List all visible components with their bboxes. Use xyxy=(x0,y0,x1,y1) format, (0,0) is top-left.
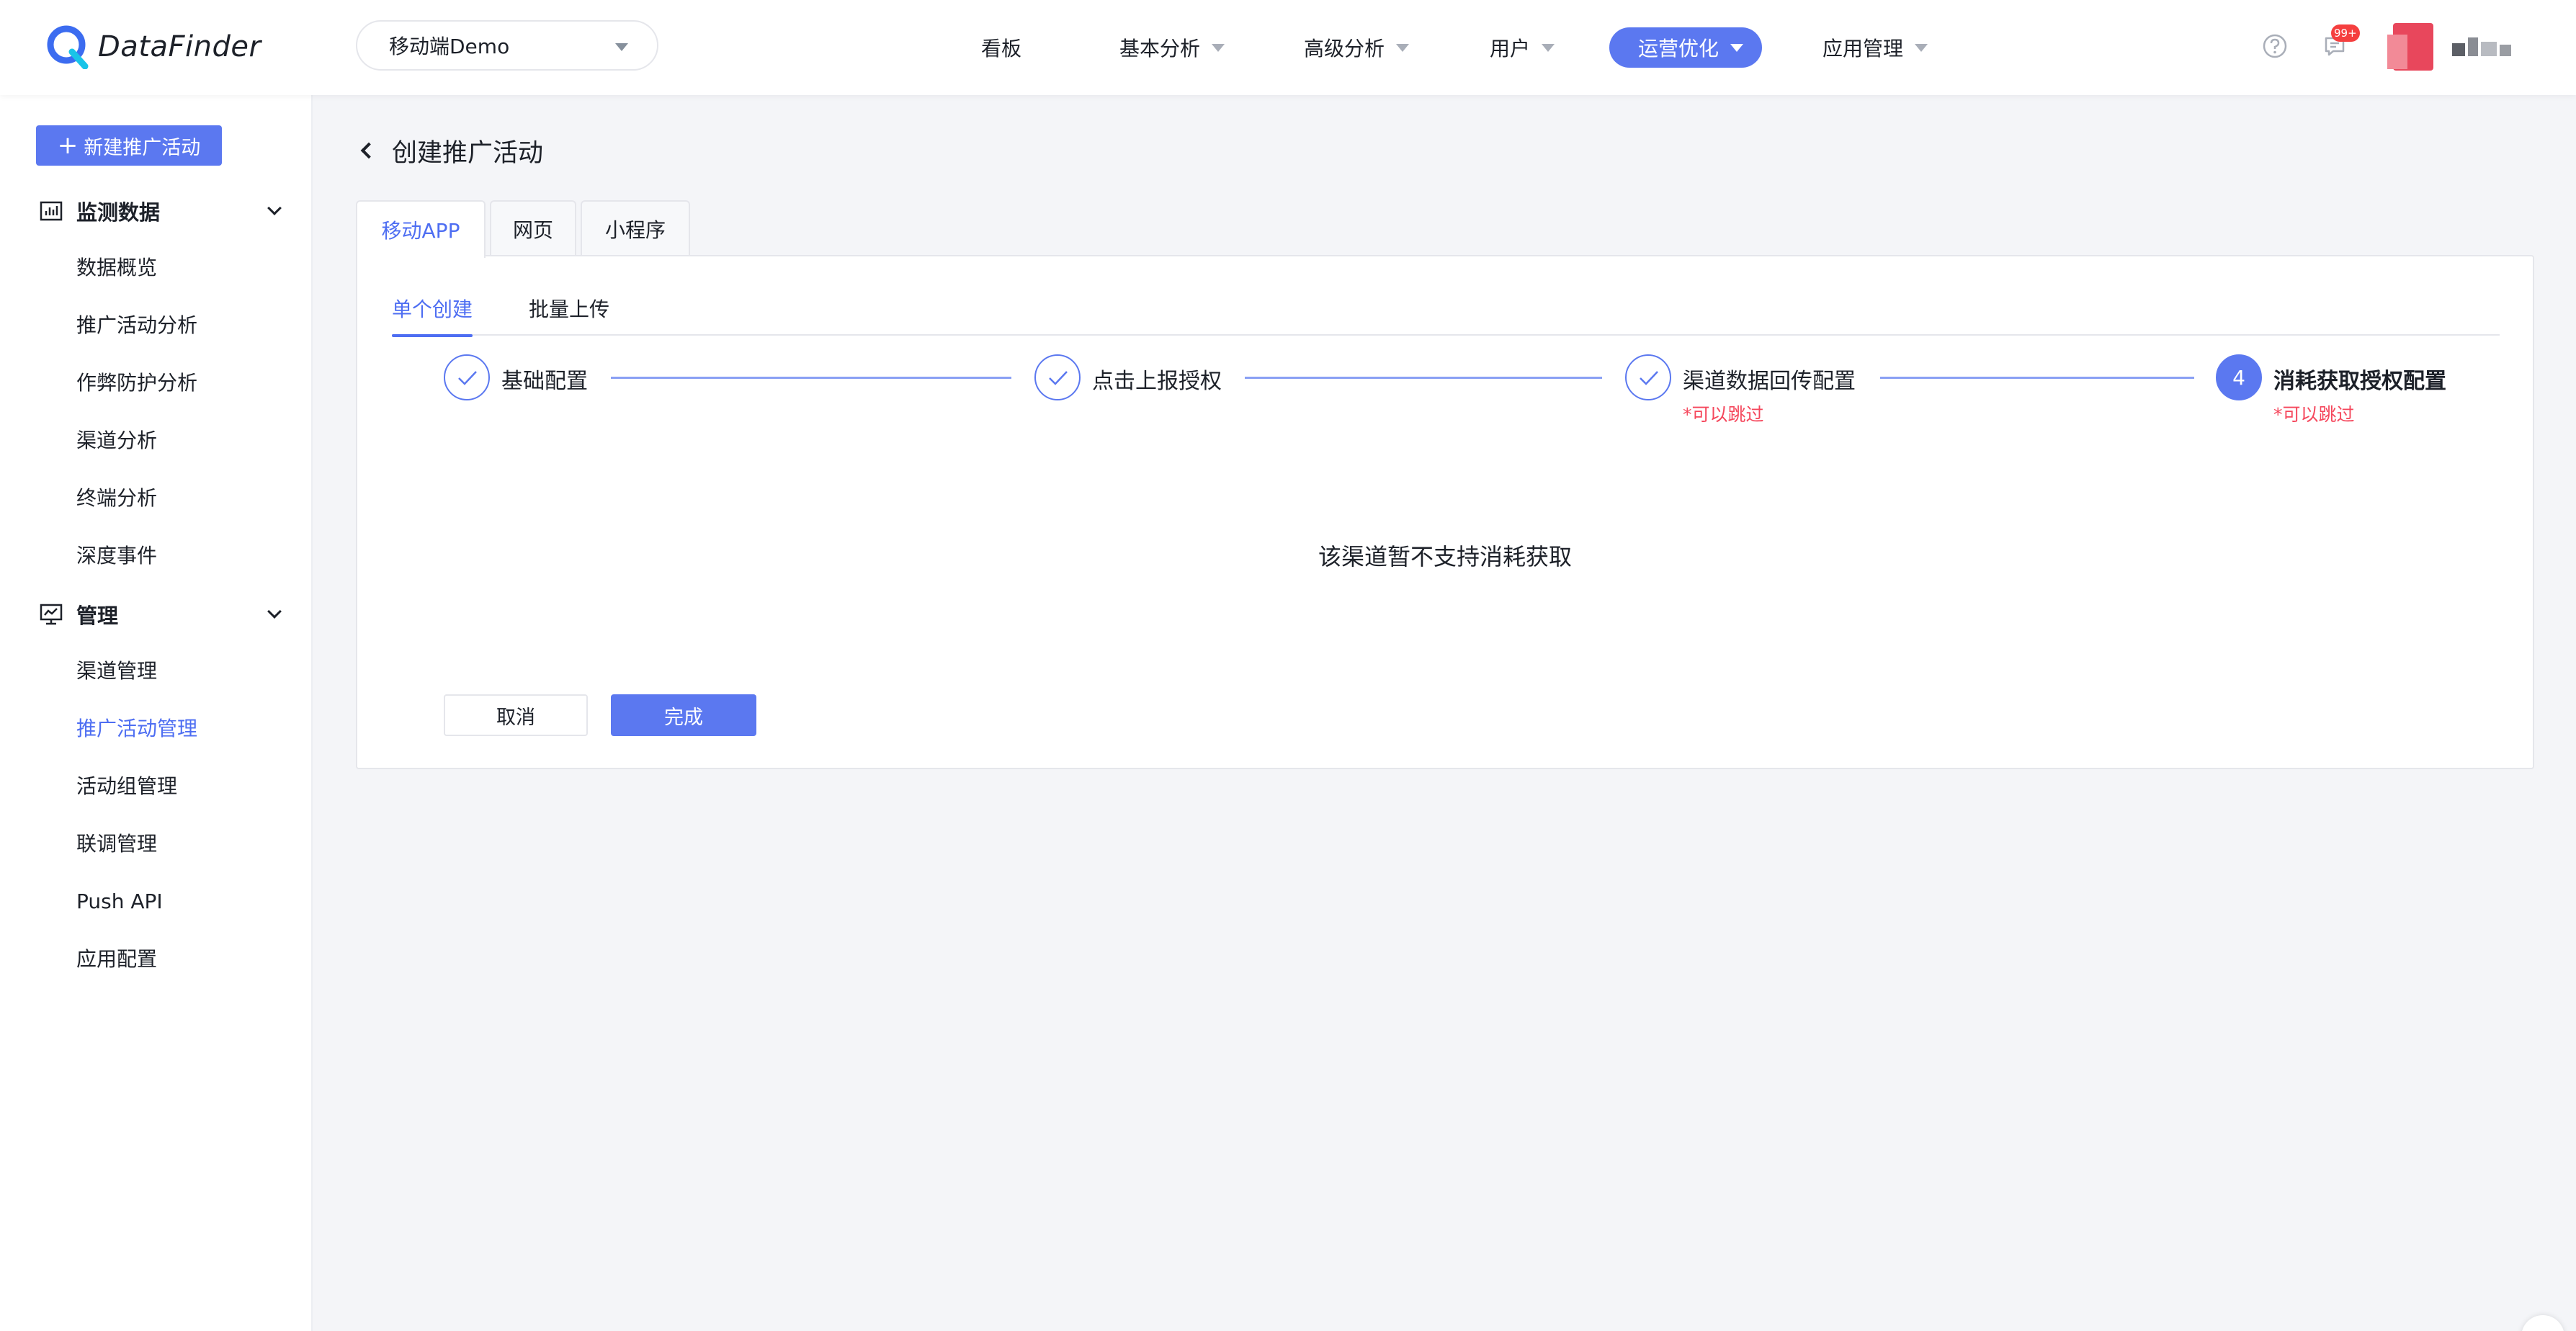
redacted-block xyxy=(2500,45,2511,56)
redacted-block xyxy=(2468,37,2478,56)
check-icon xyxy=(1625,354,1671,400)
sidebar: + 新建推广活动 监测数据 数据概览 推广活动分析 作弊防护分析 渠道分析 终端… xyxy=(0,95,313,1331)
monitor-chart-icon xyxy=(39,602,63,627)
check-icon xyxy=(1034,354,1081,400)
sidebar-item-debug-management[interactable]: 联调管理 xyxy=(76,830,157,859)
subtab-single-create[interactable]: 单个创建 xyxy=(392,290,473,337)
sidebar-item-deep-events[interactable]: 深度事件 xyxy=(76,542,157,570)
sidebar-item-push-api[interactable]: Push API xyxy=(76,887,163,916)
new-campaign-button[interactable]: + 新建推广活动 xyxy=(36,125,222,166)
tab-mobile-app[interactable]: 移动APP xyxy=(356,200,486,258)
sidebar-item-device-analysis[interactable]: 终端分析 xyxy=(76,484,157,513)
caret-down-icon xyxy=(1542,43,1555,52)
sidebar-item-data-overview[interactable]: 数据概览 xyxy=(76,254,157,282)
step-number: 4 xyxy=(2216,354,2262,400)
caret-down-icon xyxy=(1212,43,1225,52)
nav-item-app-management[interactable]: 应用管理 xyxy=(1823,27,1928,68)
caret-down-icon xyxy=(1396,43,1410,52)
sidebar-group-label: 管理 xyxy=(76,604,119,628)
plus-icon: + xyxy=(57,131,79,160)
step-skip-note: *可以跳过 xyxy=(2273,404,2355,425)
avatar[interactable] xyxy=(2387,23,2433,71)
step-connector xyxy=(1880,377,2194,379)
cancel-button[interactable]: 取消 xyxy=(444,694,588,736)
back-arrow-icon[interactable] xyxy=(360,142,377,159)
finish-button[interactable]: 完成 xyxy=(611,694,756,736)
nav-item-users[interactable]: 用户 xyxy=(1490,27,1555,68)
create-mode-tabs: 单个创建 批量上传 xyxy=(392,290,2500,337)
step-skip-note: *可以跳过 xyxy=(1683,404,1764,425)
step-label: 基础配置 xyxy=(501,369,588,394)
step-label: 消耗获取授权配置 xyxy=(2273,369,2446,394)
caret-down-icon xyxy=(1915,43,1928,52)
tab-mini-program[interactable]: 小程序 xyxy=(581,200,690,256)
sidebar-item-channel-management[interactable]: 渠道管理 xyxy=(76,657,157,686)
notification-badge: 99+ xyxy=(2331,24,2360,42)
nav-item-dashboard[interactable]: 看板 xyxy=(981,27,1021,68)
step-label: 点击上报授权 xyxy=(1092,369,1222,394)
sidebar-item-campaign-analysis[interactable]: 推广活动分析 xyxy=(76,311,197,340)
floating-help-button[interactable] xyxy=(2521,1315,2564,1331)
bar-chart-icon xyxy=(39,199,63,223)
nav-label: 用户 xyxy=(1490,37,1531,60)
check-icon xyxy=(444,354,490,400)
main-nav: 看板 基本分析 高级分析 用户 运营优化 应用管理 xyxy=(0,0,2576,95)
chevron-down-icon xyxy=(267,604,282,619)
nav-label: 运营优化 xyxy=(1638,37,1719,60)
username-redacted[interactable] xyxy=(2452,35,2511,56)
page-title-text: 创建推广活动 xyxy=(392,138,544,168)
sidebar-item-app-config[interactable]: 应用配置 xyxy=(76,945,157,974)
create-campaign-card: 单个创建 批量上传 基础配置 点击上报授权 渠道数据回传配置 *可以跳过 4 消… xyxy=(356,255,2534,769)
tab-web[interactable]: 网页 xyxy=(490,200,576,256)
step-label: 渠道数据回传配置 xyxy=(1683,369,1856,394)
sidebar-item-campaign-group-management[interactable]: 活动组管理 xyxy=(76,772,177,801)
redacted-block xyxy=(2481,42,2497,56)
chevron-down-icon xyxy=(267,201,282,215)
step-connector xyxy=(611,377,1011,379)
step-connector xyxy=(1245,377,1602,379)
nav-item-basic-analysis[interactable]: 基本分析 xyxy=(1119,27,1225,68)
nav-item-advanced-analysis[interactable]: 高级分析 xyxy=(1304,27,1410,68)
subtab-batch-upload[interactable]: 批量上传 xyxy=(529,290,609,336)
top-header: DataFinder 移动端Demo 看板 基本分析 高级分析 用户 运营优化 … xyxy=(0,0,2576,95)
sidebar-item-channel-analysis[interactable]: 渠道分析 xyxy=(76,426,157,455)
new-campaign-label: 新建推广活动 xyxy=(84,136,201,159)
nav-label: 应用管理 xyxy=(1823,37,1904,60)
nav-item-operations[interactable]: 运营优化 xyxy=(1609,27,1763,68)
help-icon[interactable] xyxy=(2260,32,2289,60)
caret-down-icon xyxy=(1730,43,1744,52)
sidebar-item-campaign-management[interactable]: 推广活动管理 xyxy=(76,714,197,743)
avatar-block xyxy=(2387,35,2407,69)
sidebar-item-fraud-analysis[interactable]: 作弊防护分析 xyxy=(76,369,197,398)
nav-label: 基本分析 xyxy=(1119,37,1201,60)
redacted-block xyxy=(2452,43,2465,56)
unsupported-message: 该渠道暂不支持消耗获取 xyxy=(1318,543,1572,570)
sidebar-group-monitor[interactable]: 监测数据 xyxy=(39,192,284,230)
sidebar-group-label: 监测数据 xyxy=(76,200,161,225)
page-title: 创建推广活动 xyxy=(357,133,543,169)
sidebar-group-manage[interactable]: 管理 xyxy=(39,595,284,634)
nav-label: 高级分析 xyxy=(1304,37,1385,60)
nav-label: 看板 xyxy=(981,37,1022,60)
